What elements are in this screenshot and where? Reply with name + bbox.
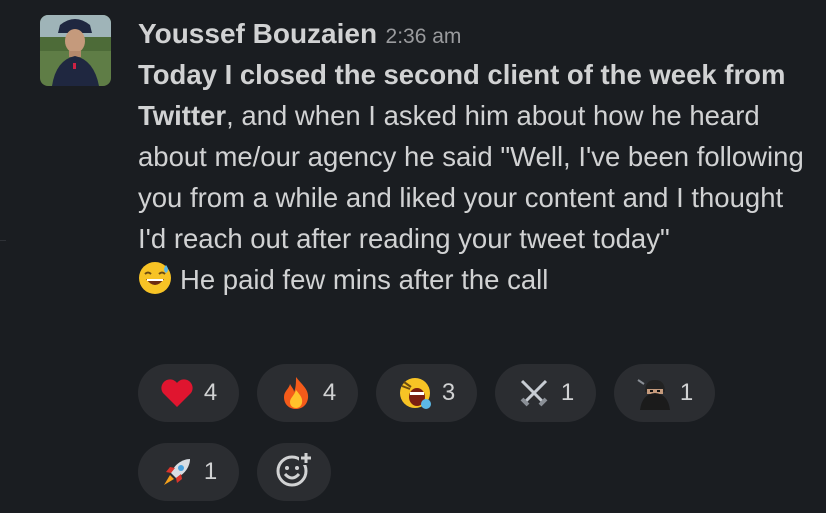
divider [0, 240, 6, 241]
fire-icon [279, 376, 313, 410]
reaction-count: 4 [322, 379, 337, 406]
shouting-face-icon [398, 376, 432, 410]
add-reaction-icon [275, 450, 313, 494]
avatar[interactable] [40, 15, 111, 86]
rocket-icon [160, 455, 194, 489]
ninja-icon [636, 376, 670, 410]
message-header: Youssef Bouzaien 2:36 am [138, 12, 818, 56]
reactions-row-2: 1 [138, 443, 738, 501]
message: Youssef Bouzaien 2:36 am Today I closed … [40, 12, 820, 507]
sweat-smile-emoji-icon [138, 261, 172, 295]
reaction-count: 4 [203, 379, 218, 406]
author-name[interactable]: Youssef Bouzaien [138, 18, 377, 49]
timestamp[interactable]: 2:36 am [386, 25, 462, 48]
reaction-count: 1 [203, 458, 218, 485]
reaction-shouting-face[interactable]: 3 [376, 364, 477, 422]
reactions-row-1: 4 4 3 1 1 [138, 364, 738, 422]
reaction-heart[interactable]: 4 [138, 364, 239, 422]
message-body: Today I closed the second client of the … [138, 54, 818, 300]
reaction-count: 1 [560, 379, 575, 406]
red-heart-icon [160, 376, 194, 410]
reaction-crossed-swords[interactable]: 1 [495, 364, 596, 422]
message-text-end: He paid few mins after the call [180, 264, 549, 295]
crossed-swords-icon [517, 376, 551, 410]
message-text: , and when I asked him about how he hear… [138, 100, 804, 254]
reaction-rocket[interactable]: 1 [138, 443, 239, 501]
message-content: Youssef Bouzaien 2:36 am Today I closed … [138, 12, 818, 300]
reaction-count: 1 [679, 379, 694, 406]
reaction-fire[interactable]: 4 [257, 364, 358, 422]
add-reaction-button[interactable] [257, 443, 331, 501]
reaction-count: 3 [441, 379, 456, 406]
reactions-bar: 4 4 3 1 1 1 [138, 364, 738, 513]
reaction-ninja[interactable]: 1 [614, 364, 715, 422]
